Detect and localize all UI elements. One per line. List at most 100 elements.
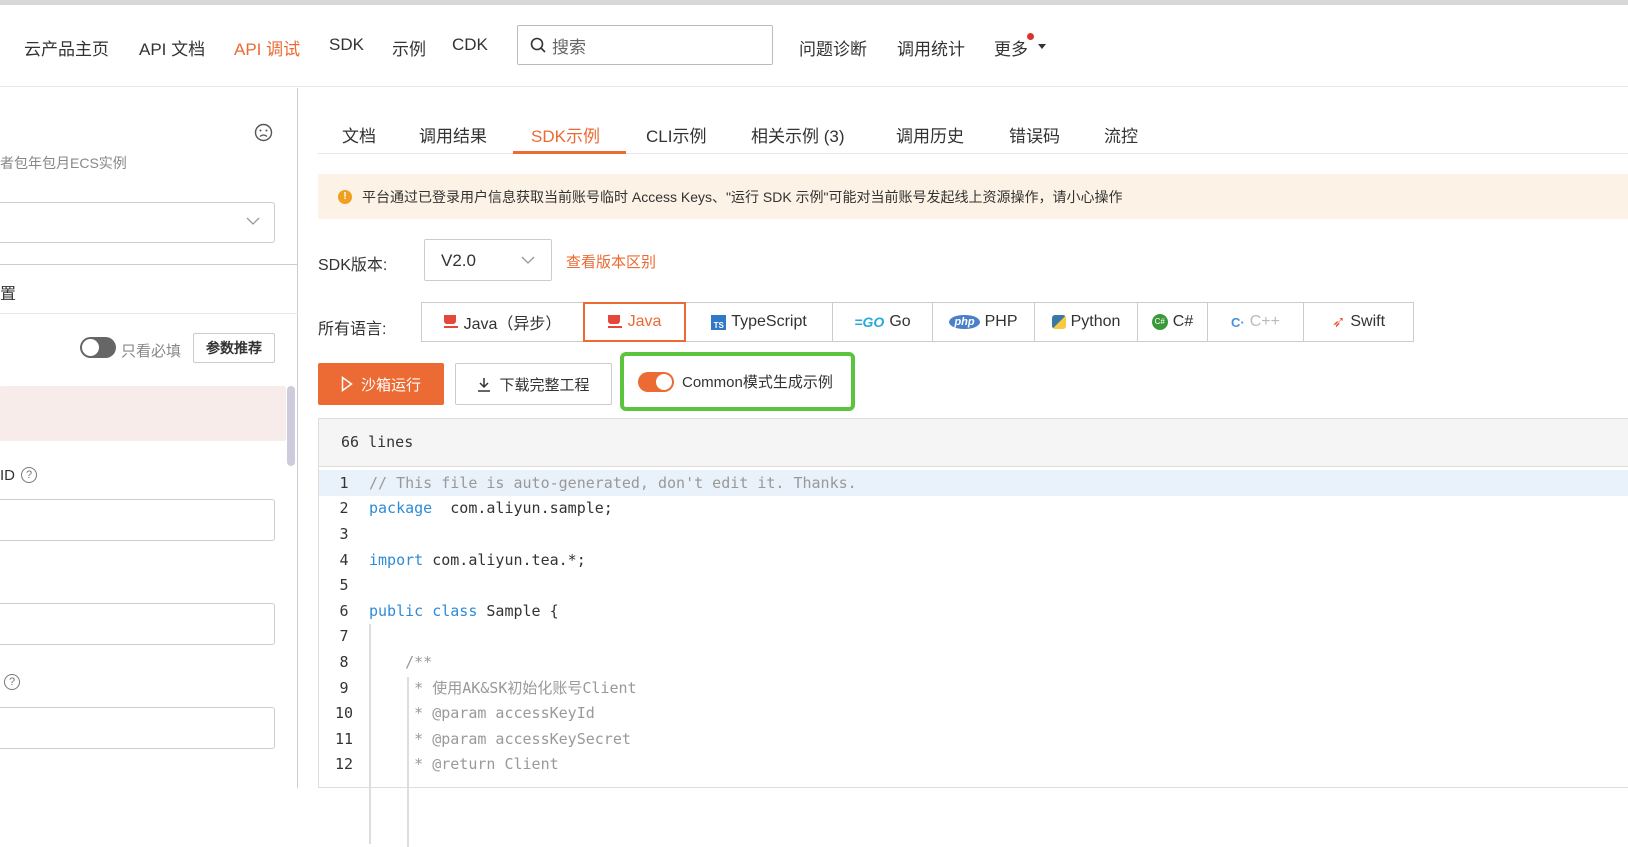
code-line: 4 import com.aliyun.tea.*;: [319, 547, 1628, 573]
divider: [0, 264, 298, 265]
feedback-face-icon[interactable]: [254, 123, 273, 142]
sdk-version-value: V2.0: [441, 251, 476, 270]
code-viewer: 66 lines 1 // This file is auto-generated…: [318, 418, 1628, 847]
ts-icon: TS: [711, 314, 727, 330]
swift-icon: ➶: [1331, 314, 1346, 331]
line-number: 8: [339, 652, 349, 671]
code-token: * @param accessKeyId: [369, 704, 595, 723]
search-icon: [530, 37, 546, 53]
cpp-icon: C·: [1231, 314, 1245, 330]
language-label: 所有语言:: [318, 321, 387, 338]
line-number: 12: [334, 755, 354, 774]
code-line: 3: [319, 521, 1628, 547]
help-icon[interactable]: ?: [4, 674, 20, 690]
text-input[interactable]: [0, 707, 275, 749]
code-token: Sample {: [477, 601, 559, 620]
help-icon[interactable]: ?: [21, 467, 37, 483]
lang-label: TypeScript: [731, 313, 807, 330]
caret-down-icon: [1038, 44, 1046, 49]
lang-swift[interactable]: ➶ Swift: [1303, 302, 1414, 342]
download-label: 下载完整工程: [499, 376, 590, 394]
lang-label: Java: [627, 313, 662, 330]
lang-label: Java（异步）: [463, 316, 562, 333]
tab-docs[interactable]: 文档: [342, 122, 376, 147]
lang-label: PHP: [984, 313, 1018, 330]
code-line: 6 public class Sample {: [319, 598, 1628, 624]
lang-go[interactable]: =GO Go: [832, 302, 933, 342]
divider: [0, 313, 298, 314]
tab-bar: 文档 调用结果 SDK示例 CLI示例 相关示例 (3) 调用历史 错误码 流控: [318, 88, 1628, 154]
code-line: 10 * @param accessKeyId: [319, 700, 1628, 726]
version-diff-link[interactable]: 查看版本区别: [566, 251, 656, 272]
tab-sdk-example[interactable]: SDK示例: [531, 122, 600, 147]
active-tab-indicator: [513, 151, 626, 154]
java-icon: [443, 315, 459, 329]
text-input[interactable]: [0, 499, 275, 541]
region-select[interactable]: [0, 202, 275, 243]
code-line: 9 * 使用AK&SK初始化账号Client: [319, 675, 1628, 701]
code-line: 12 * @return Client: [319, 752, 1628, 778]
tab-error-codes[interactable]: 错误码: [1009, 122, 1060, 147]
code-text: * @param accessKeyId: [369, 704, 595, 722]
code-text: * 使用AK&SK初始化账号Client: [369, 677, 637, 698]
sandbox-run-button[interactable]: 沙箱运行: [318, 363, 444, 405]
nav-statistics[interactable]: 调用统计: [897, 35, 965, 60]
sdk-version-select[interactable]: V2.0: [424, 239, 552, 281]
param-recommend-button[interactable]: 参数推荐: [193, 333, 275, 363]
code-token: package: [369, 499, 433, 518]
nav-cdk[interactable]: CDK: [452, 35, 488, 55]
nav-cloud-home[interactable]: 云产品主页: [24, 35, 109, 60]
nav-sdk[interactable]: SDK: [329, 35, 364, 55]
code-line: 8 /**: [319, 649, 1628, 675]
api-description: 者包年包月ECS实例: [0, 155, 127, 171]
code-text: // This file is auto-generated, don't ed…: [369, 474, 857, 492]
lang-php[interactable]: php PHP: [932, 302, 1035, 342]
php-icon: php: [949, 315, 980, 329]
chevron-down-icon: [521, 256, 535, 264]
tab-call-result[interactable]: 调用结果: [419, 122, 487, 147]
field-label: ID: [0, 467, 15, 484]
common-mode-highlight: Common模式生成示例: [620, 352, 855, 411]
text-input[interactable]: [0, 603, 275, 645]
nav-diagnosis[interactable]: 问题诊断: [799, 35, 867, 60]
highlight-row: [0, 386, 286, 441]
tab-flow-control[interactable]: 流控: [1104, 122, 1138, 147]
tab-call-history[interactable]: 调用历史: [896, 122, 964, 147]
code-text: * @return Client: [369, 755, 559, 773]
tab-cli-example[interactable]: CLI示例: [646, 122, 706, 147]
lang-label: C++: [1249, 313, 1280, 330]
lang-label: C#: [1172, 313, 1194, 330]
lang-csharp[interactable]: C# C#: [1137, 302, 1208, 342]
code-token: * 使用AK&SK初始化账号Client: [369, 679, 637, 698]
go-icon: =GO: [854, 314, 885, 330]
search-input[interactable]: 搜索: [517, 25, 773, 65]
common-mode-toggle[interactable]: [638, 371, 674, 392]
lang-cpp[interactable]: C· C++: [1207, 302, 1304, 342]
required-only-toggle[interactable]: [80, 337, 116, 358]
nav-api-debug[interactable]: API 调试: [234, 35, 300, 60]
java-icon: [607, 315, 623, 329]
code-text: public class Sample {: [369, 602, 559, 620]
nav-more[interactable]: 更多: [994, 35, 1028, 60]
lang-java[interactable]: Java: [583, 302, 686, 342]
csharp-icon: C#: [1151, 314, 1168, 330]
line-number: 6: [339, 601, 349, 620]
code-token: /**: [369, 652, 433, 671]
scrollbar[interactable]: [287, 386, 295, 466]
nav-api-docs[interactable]: API 文档: [139, 35, 205, 60]
lang-java-async[interactable]: Java（异步）: [421, 302, 584, 342]
play-icon: [341, 376, 353, 392]
line-number: 7: [339, 627, 349, 646]
lang-typescript[interactable]: TS TypeScript: [685, 302, 833, 342]
download-project-button[interactable]: 下载完整工程: [455, 363, 612, 405]
lang-label: Go: [889, 313, 911, 330]
code-token: * @return Client: [369, 755, 559, 774]
lang-label: Swift: [1350, 313, 1386, 330]
nav-examples[interactable]: 示例: [392, 35, 426, 60]
tab-related-examples[interactable]: 相关示例 (3): [751, 122, 845, 147]
code-text: import com.aliyun.tea.*;: [369, 551, 586, 569]
line-number: 4: [339, 550, 349, 569]
lang-python[interactable]: Python: [1034, 302, 1138, 342]
line-number: 9: [339, 678, 349, 697]
code-text: package com.aliyun.sample;: [369, 499, 613, 517]
